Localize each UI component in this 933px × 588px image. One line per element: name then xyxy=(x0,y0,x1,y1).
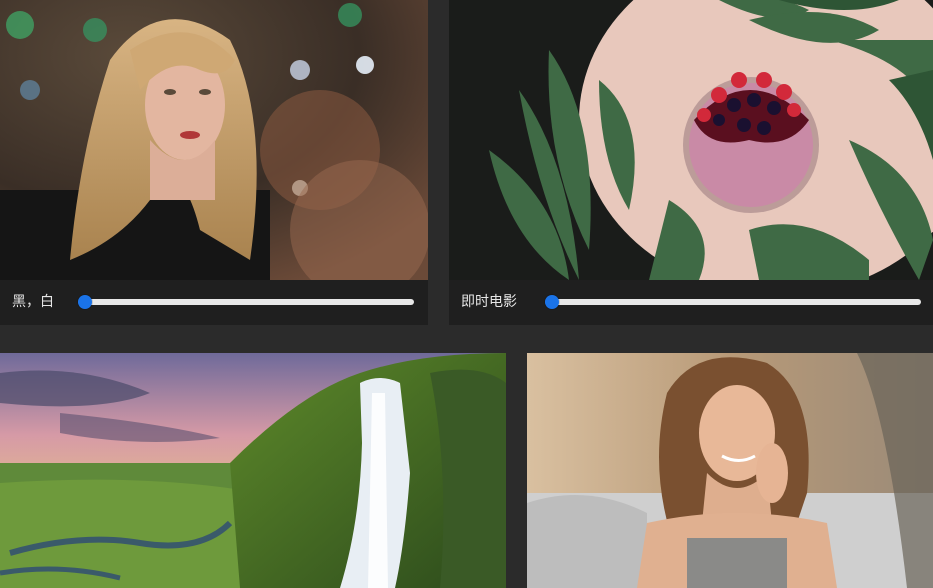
photo-berry-smoothie xyxy=(449,0,933,280)
filter-name-label: 黑，白 xyxy=(12,294,54,310)
filter-intensity-slider[interactable] xyxy=(78,295,414,309)
slider-thumb[interactable] xyxy=(545,295,559,309)
filter-control-bar: 黑，白 xyxy=(0,280,428,325)
slider-thumb[interactable] xyxy=(78,295,92,309)
filter-intensity-slider[interactable] xyxy=(545,295,921,309)
photo-waterfall-landscape xyxy=(0,353,506,588)
photo-card-brunette xyxy=(527,353,933,588)
filter-name-label: 即时电影 xyxy=(461,294,517,310)
photo-brunette-portrait xyxy=(527,353,933,588)
photo-card-waterfall xyxy=(0,353,506,588)
filter-control-bar: 即时电影 xyxy=(449,280,933,325)
photo-blonde-portrait xyxy=(0,0,428,280)
filter-card-bw: 黑，白 xyxy=(0,0,428,325)
filter-card-instant: 即时电影 xyxy=(449,0,933,325)
